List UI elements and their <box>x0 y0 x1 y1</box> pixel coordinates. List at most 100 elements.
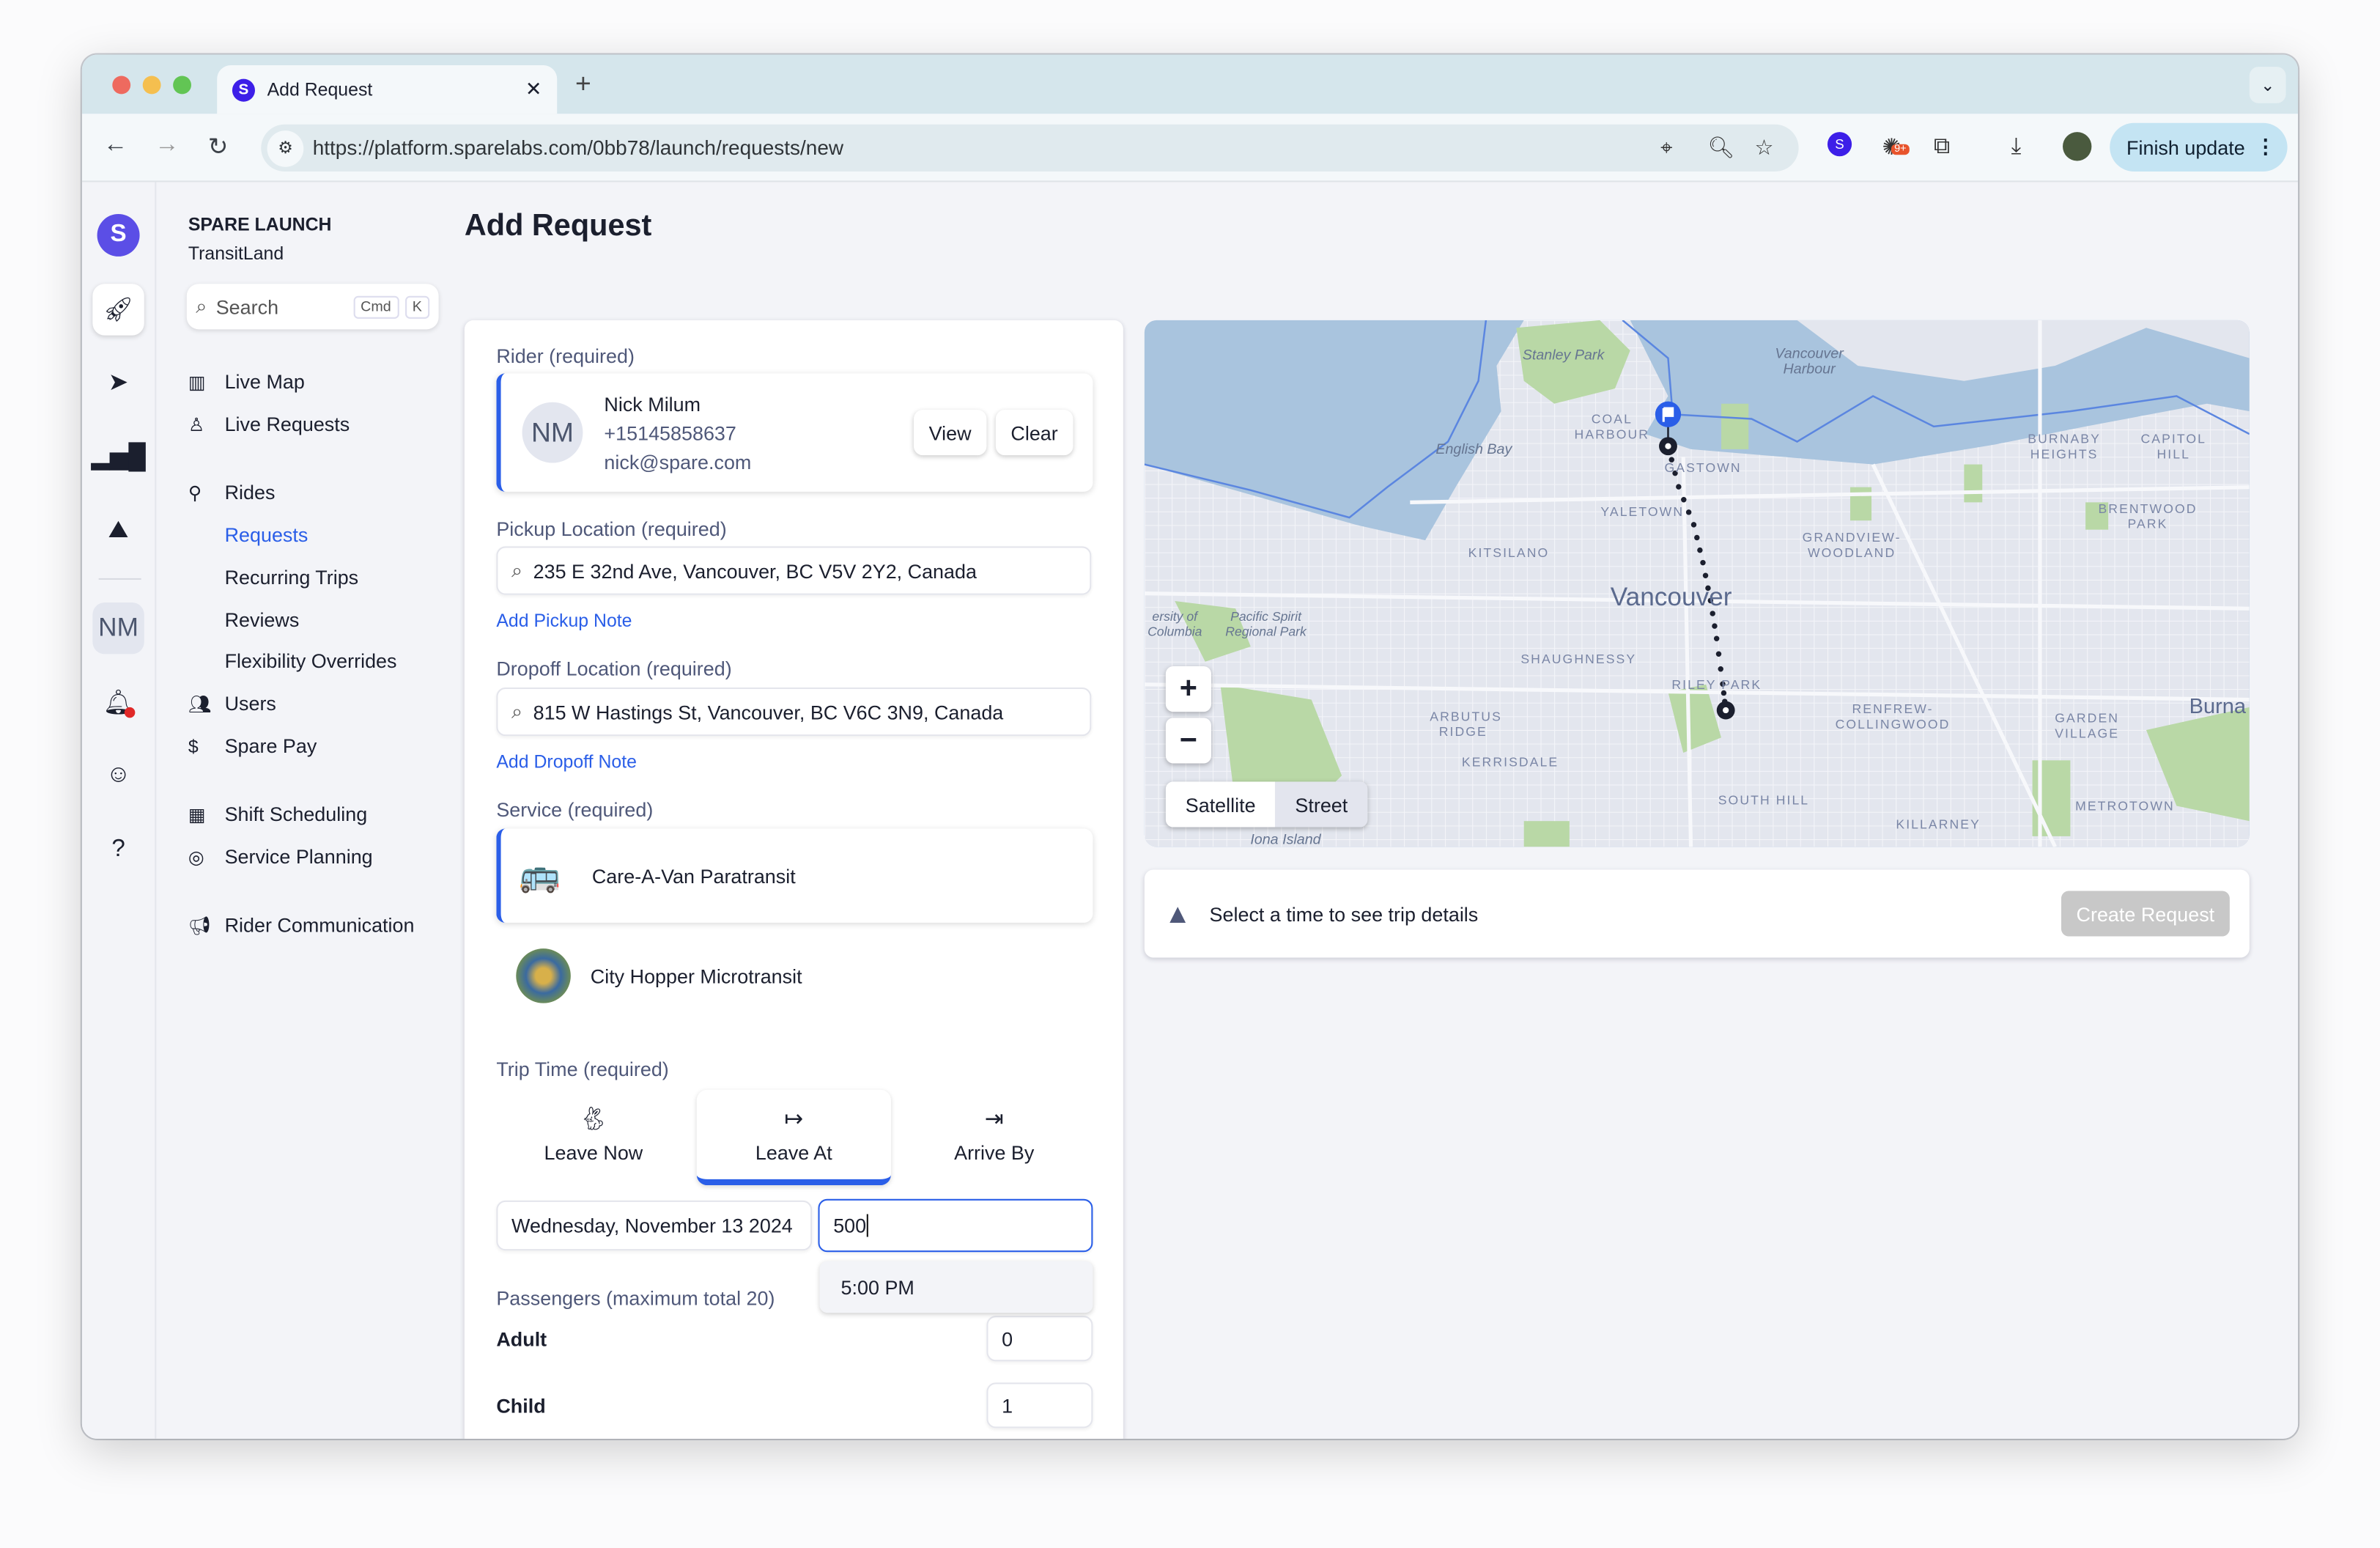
sidebar-item-flexibility-overrides[interactable]: Flexibility Overrides <box>225 649 397 672</box>
launch-rocket-icon[interactable]: 🚀︎ <box>92 284 144 336</box>
sidebar-item-label: Live Requests <box>224 413 350 436</box>
map-label: Iona Island <box>1250 831 1321 847</box>
spare-logo[interactable]: S <box>92 210 144 261</box>
sidebar-item-label: Flexibility Overrides <box>224 649 397 673</box>
location-icon[interactable]: ⌖ <box>1660 125 1672 172</box>
sidebar-item-live-requests[interactable]: ♙ Live Requests <box>188 413 350 435</box>
sidebar-item-users[interactable]: 👥︎ Users <box>188 692 276 715</box>
support-agent-icon[interactable]: ☺ <box>92 750 144 801</box>
profile-avatar[interactable] <box>2063 132 2092 161</box>
create-request-button[interactable]: Create Request <box>2061 891 2230 937</box>
site-settings-icon[interactable]: ⚙ <box>267 130 304 166</box>
sidebar-item-reviews[interactable]: Reviews <box>225 608 300 631</box>
paper-plane-icon[interactable]: ➤ <box>92 357 144 408</box>
sidebar-item-rides[interactable]: ⚲ Rides <box>188 481 276 504</box>
route-dot <box>1676 484 1682 490</box>
trip-details-message: Select a time to see trip details <box>1209 902 1479 926</box>
map-label: Burna <box>2189 693 2247 718</box>
zoom-out-button[interactable]: − <box>1165 718 1211 764</box>
time-suggestion-option[interactable]: 5:00 PM <box>819 1261 1093 1313</box>
service-option-city-hopper[interactable]: City Hopper Microtransit <box>496 929 1093 1022</box>
sidebar-item-service-planning[interactable]: ◎ Service Planning <box>188 845 373 868</box>
route-dot <box>1712 623 1718 629</box>
finish-update-label: Finish update <box>2126 136 2245 159</box>
close-window-button[interactable] <box>112 75 131 95</box>
search-icon: ⌕ <box>511 699 523 723</box>
app-content: S 🚀︎ ➤ ▂▅█ ⛰ NM 🔔︎ ☺ ? SPARE LAUNCH Trans… <box>81 182 2299 1439</box>
sidebar-item-live-map[interactable]: ▥ Live Map <box>188 370 305 393</box>
zoom-icon[interactable]: 🔍︎ <box>1707 125 1734 172</box>
zoom-in-button[interactable]: + <box>1165 666 1211 712</box>
rail-divider <box>98 578 141 580</box>
puzzle-extensions-icon[interactable]: ⧉ <box>1934 133 1950 159</box>
target-icon: ◎ <box>188 846 204 868</box>
search-icon: ⌕ <box>511 558 523 582</box>
time-input[interactable]: 500 <box>818 1198 1093 1253</box>
trip-details-card: ▲ Select a time to see trip details Crea… <box>1144 869 2250 958</box>
rider-phone: +15145858637 <box>604 421 736 444</box>
spare-extension-icon[interactable]: S <box>1827 132 1852 157</box>
map-label: RILEY PARK <box>1671 677 1762 693</box>
minimize-window-button[interactable] <box>142 75 161 95</box>
map-label: GARDEN VILLAGE <box>2055 710 2120 741</box>
route-dot <box>1685 509 1692 515</box>
map-pin-icon[interactable]: ⛰ <box>92 506 144 557</box>
sidebar-item-shift-scheduling[interactable]: ▦ Shift Scheduling <box>188 803 367 825</box>
child-count-input[interactable]: 1 <box>986 1382 1093 1429</box>
sidebar-item-requests[interactable]: Requests <box>225 523 308 546</box>
close-tab-icon[interactable]: ✕ <box>525 78 542 102</box>
clear-rider-button[interactable]: Clear <box>995 410 1073 456</box>
map-label: COAL HARBOUR <box>1574 411 1650 442</box>
satellite-button[interactable]: Satellite <box>1165 781 1276 828</box>
sidebar-item-rider-communication[interactable]: 📢︎ Rider Communication <box>188 914 415 937</box>
map-label: Stanley Park <box>1522 347 1605 364</box>
user-initials-avatar[interactable]: NM <box>92 602 144 655</box>
tab-label: Arrive By <box>954 1141 1035 1165</box>
leave-now-tab[interactable]: 🐇︎ Leave Now <box>496 1090 690 1185</box>
browser-tab[interactable]: S Add Request ✕ <box>217 65 558 114</box>
adult-count-input[interactable]: 0 <box>986 1316 1093 1362</box>
analytics-bars-icon[interactable]: ▂▅█ <box>91 431 145 482</box>
arrow-to-bar-icon: ⇥ <box>984 1106 1004 1132</box>
view-rider-button[interactable]: View <box>913 410 987 456</box>
route-dot <box>1700 559 1706 566</box>
add-dropoff-note-link[interactable]: Add Dropoff Note <box>496 751 637 773</box>
new-tab-icon[interactable]: + <box>575 68 591 100</box>
route-map[interactable]: Stanley Park Vancouver Harbour English B… <box>1144 320 2250 847</box>
notifications-bell-icon[interactable]: 🔔︎ <box>92 677 144 728</box>
rabbit-icon: 🐇︎ <box>579 1106 608 1132</box>
tab-search-chevron-icon[interactable]: ⌄ <box>2249 67 2286 103</box>
sidebar-item-recurring-trips[interactable]: Recurring Trips <box>225 566 359 589</box>
maximize-window-button[interactable] <box>173 75 191 95</box>
sidebar-item-label: Service Planning <box>224 845 373 869</box>
rider-name: Nick Milum <box>604 392 701 416</box>
map-label: RENFREW-COLLINGWOOD <box>1835 701 1951 732</box>
arrive-by-tab[interactable]: ⇥ Arrive By <box>897 1090 1091 1185</box>
dropoff-input[interactable]: ⌕ 815 W Hastings St, Vancouver, BC V6C 3N… <box>496 687 1092 737</box>
extension-icon[interactable]: ✺9+ <box>1882 133 1910 161</box>
route-dot <box>1694 534 1700 541</box>
download-icon[interactable]: ⤓ <box>2011 133 2022 159</box>
more-menu-icon[interactable]: ⋮ <box>2255 135 2275 159</box>
back-icon[interactable]: ← <box>103 132 128 159</box>
service-option-care-a-van[interactable]: 🚌 Care-A-Van Paratransit <box>496 828 1093 923</box>
finish-update-button[interactable]: Finish update ⋮ <box>2110 122 2288 172</box>
street-button[interactable]: Street <box>1275 781 1368 828</box>
calendar-icon: ▦ <box>188 803 206 825</box>
leave-at-tab[interactable]: ↦ Leave At <box>696 1089 891 1186</box>
address-bar[interactable]: ⚙ https://platform.sparelabs.com/0bb78/l… <box>261 124 1799 172</box>
sidebar-item-label: Requests <box>224 523 308 547</box>
forward-icon[interactable]: → <box>155 132 179 159</box>
pickup-input[interactable]: ⌕ 235 E 32nd Ave, Vancouver, BC V5V 2Y2, … <box>496 546 1092 595</box>
page-title: Add Request <box>464 209 652 243</box>
sidebar-item-spare-pay[interactable]: $ Spare Pay <box>188 734 317 757</box>
help-icon[interactable]: ? <box>92 824 144 875</box>
bookmark-star-icon[interactable]: ☆ <box>1755 125 1774 172</box>
add-pickup-note-link[interactable]: Add Pickup Note <box>496 610 632 631</box>
sidebar-search[interactable]: ⌕ Search Cmd K <box>186 284 439 330</box>
service-name: Care-A-Van Paratransit <box>591 864 796 888</box>
reload-icon[interactable]: ↻ <box>208 132 229 162</box>
route-dot <box>1681 497 1687 503</box>
date-input[interactable]: Wednesday, November 13 2024 <box>496 1200 813 1251</box>
browser-toolbar: ← → ↻ ⚙ https://platform.sparelabs.com/0… <box>81 114 2299 183</box>
